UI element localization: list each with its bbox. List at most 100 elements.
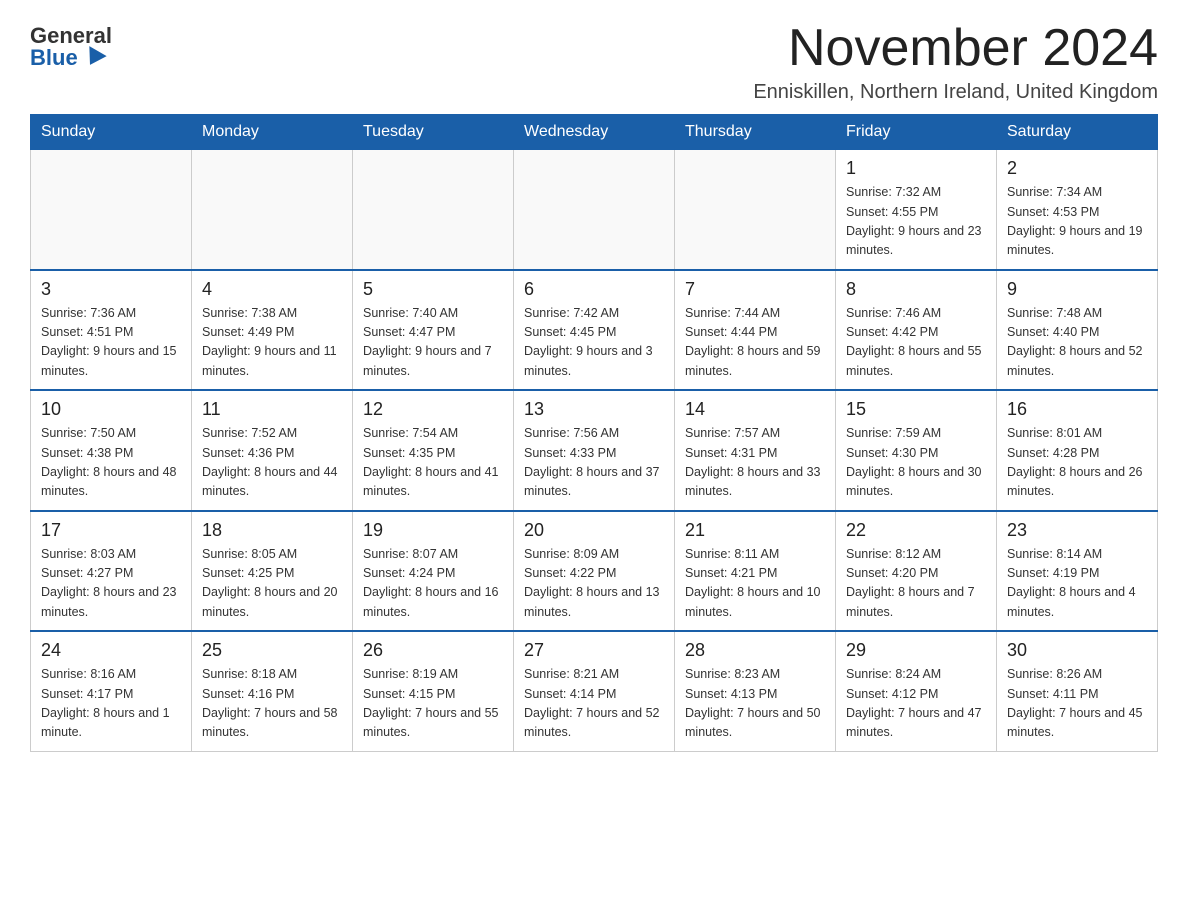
day-info: Sunrise: 7:32 AMSunset: 4:55 PMDaylight:… — [846, 183, 986, 261]
calendar-cell: 4 Sunrise: 7:38 AMSunset: 4:49 PMDaylight… — [192, 270, 353, 391]
calendar-week-row: 17 Sunrise: 8:03 AMSunset: 4:27 PMDayligh… — [31, 511, 1158, 632]
day-info: Sunrise: 8:03 AMSunset: 4:27 PMDaylight:… — [41, 545, 181, 623]
calendar-cell — [192, 150, 353, 270]
calendar-table: SundayMondayTuesdayWednesdayThursdayFrid… — [30, 114, 1158, 752]
day-number: 3 — [41, 279, 181, 300]
day-info: Sunrise: 8:07 AMSunset: 4:24 PMDaylight:… — [363, 545, 503, 623]
day-info: Sunrise: 8:19 AMSunset: 4:15 PMDaylight:… — [363, 665, 503, 743]
day-info: Sunrise: 7:46 AMSunset: 4:42 PMDaylight:… — [846, 304, 986, 382]
calendar-cell: 19Sunrise: 8:07 AMSunset: 4:24 PMDayligh… — [353, 511, 514, 632]
day-number: 25 — [202, 640, 342, 661]
day-info: Sunrise: 7:38 AMSunset: 4:49 PMDaylight:… — [202, 304, 342, 382]
calendar-cell: 20 Sunrise: 8:09 AMSunset: 4:22 PMDayligh… — [514, 511, 675, 632]
calendar-cell: 26 Sunrise: 8:19 AMSunset: 4:15 PMDayligh… — [353, 631, 514, 751]
day-number: 10 — [41, 399, 181, 420]
calendar-cell: 24 Sunrise: 8:16 AMSunset: 4:17 PMDayligh… — [31, 631, 192, 751]
day-number: 2 — [1007, 158, 1147, 179]
calendar-cell — [353, 150, 514, 270]
day-number: 30 — [1007, 640, 1147, 661]
calendar-cell: 30 Sunrise: 8:26 AMSunset: 4:11 PMDayligh… — [997, 631, 1158, 751]
day-number: 14 — [685, 399, 825, 420]
day-number: 20 — [524, 520, 664, 541]
calendar-week-row: 1 Sunrise: 7:32 AMSunset: 4:55 PMDaylight… — [31, 150, 1158, 270]
weekday-header-monday: Monday — [192, 115, 353, 150]
calendar-cell: 18 Sunrise: 8:05 AMSunset: 4:25 PMDayligh… — [192, 511, 353, 632]
day-number: 7 — [685, 279, 825, 300]
day-number: 26 — [363, 640, 503, 661]
calendar-cell: 13Sunrise: 7:56 AMSunset: 4:33 PMDayligh… — [514, 390, 675, 511]
logo: General Blue — [30, 20, 112, 69]
calendar-cell: 22 Sunrise: 8:12 AMSunset: 4:20 PMDayligh… — [836, 511, 997, 632]
day-number: 16 — [1007, 399, 1147, 420]
day-number: 28 — [685, 640, 825, 661]
weekday-header-row: SundayMondayTuesdayWednesdayThursdayFrid… — [31, 115, 1158, 150]
calendar-cell: 6 Sunrise: 7:42 AMSunset: 4:45 PMDaylight… — [514, 270, 675, 391]
day-number: 23 — [1007, 520, 1147, 541]
weekday-header-friday: Friday — [836, 115, 997, 150]
day-info: Sunrise: 7:56 AMSunset: 4:33 PMDaylight:… — [524, 424, 664, 502]
month-title: November 2024 — [753, 20, 1158, 77]
calendar-cell: 25 Sunrise: 8:18 AMSunset: 4:16 PMDayligh… — [192, 631, 353, 751]
weekday-header-wednesday: Wednesday — [514, 115, 675, 150]
calendar-cell: 8 Sunrise: 7:46 AMSunset: 4:42 PMDaylight… — [836, 270, 997, 391]
day-info: Sunrise: 8:12 AMSunset: 4:20 PMDaylight:… — [846, 545, 986, 623]
calendar-cell — [31, 150, 192, 270]
calendar-cell: 14Sunrise: 7:57 AMSunset: 4:31 PMDayligh… — [675, 390, 836, 511]
day-info: Sunrise: 8:24 AMSunset: 4:12 PMDaylight:… — [846, 665, 986, 743]
day-info: Sunrise: 7:42 AMSunset: 4:45 PMDaylight:… — [524, 304, 664, 382]
calendar-cell: 2 Sunrise: 7:34 AMSunset: 4:53 PMDaylight… — [997, 150, 1158, 270]
calendar-cell: 29 Sunrise: 8:24 AMSunset: 4:12 PMDayligh… — [836, 631, 997, 751]
day-number: 22 — [846, 520, 986, 541]
calendar-week-row: 24 Sunrise: 8:16 AMSunset: 4:17 PMDayligh… — [31, 631, 1158, 751]
weekday-header-thursday: Thursday — [675, 115, 836, 150]
day-info: Sunrise: 8:16 AMSunset: 4:17 PMDaylight:… — [41, 665, 181, 743]
calendar-cell: 3 Sunrise: 7:36 AMSunset: 4:51 PMDaylight… — [31, 270, 192, 391]
day-number: 15 — [846, 399, 986, 420]
day-info: Sunrise: 8:18 AMSunset: 4:16 PMDaylight:… — [202, 665, 342, 743]
day-number: 4 — [202, 279, 342, 300]
day-info: Sunrise: 7:44 AMSunset: 4:44 PMDaylight:… — [685, 304, 825, 382]
calendar-cell: 15 Sunrise: 7:59 AMSunset: 4:30 PMDayligh… — [836, 390, 997, 511]
day-info: Sunrise: 7:50 AMSunset: 4:38 PMDaylight:… — [41, 424, 181, 502]
header: General Blue November 2024 Enniskillen, … — [30, 20, 1158, 104]
title-area: November 2024 Enniskillen, Northern Irel… — [753, 20, 1158, 104]
calendar-cell: 5Sunrise: 7:40 AMSunset: 4:47 PMDaylight… — [353, 270, 514, 391]
day-info: Sunrise: 7:59 AMSunset: 4:30 PMDaylight:… — [846, 424, 986, 502]
day-info: Sunrise: 7:48 AMSunset: 4:40 PMDaylight:… — [1007, 304, 1147, 382]
logo-general-text: General — [30, 25, 112, 47]
calendar-week-row: 3 Sunrise: 7:36 AMSunset: 4:51 PMDaylight… — [31, 270, 1158, 391]
day-number: 18 — [202, 520, 342, 541]
calendar-cell: 16 Sunrise: 8:01 AMSunset: 4:28 PMDayligh… — [997, 390, 1158, 511]
day-info: Sunrise: 7:54 AMSunset: 4:35 PMDaylight:… — [363, 424, 503, 502]
day-number: 21 — [685, 520, 825, 541]
day-info: Sunrise: 8:26 AMSunset: 4:11 PMDaylight:… — [1007, 665, 1147, 743]
calendar-cell: 11Sunrise: 7:52 AMSunset: 4:36 PMDayligh… — [192, 390, 353, 511]
calendar-cell: 28 Sunrise: 8:23 AMSunset: 4:13 PMDayligh… — [675, 631, 836, 751]
day-info: Sunrise: 8:14 AMSunset: 4:19 PMDaylight:… — [1007, 545, 1147, 623]
day-info: Sunrise: 7:52 AMSunset: 4:36 PMDaylight:… — [202, 424, 342, 502]
calendar-cell: 7 Sunrise: 7:44 AMSunset: 4:44 PMDaylight… — [675, 270, 836, 391]
weekday-header-saturday: Saturday — [997, 115, 1158, 150]
calendar-cell — [514, 150, 675, 270]
day-number: 8 — [846, 279, 986, 300]
day-number: 24 — [41, 640, 181, 661]
calendar-cell: 27Sunrise: 8:21 AMSunset: 4:14 PMDayligh… — [514, 631, 675, 751]
day-number: 17 — [41, 520, 181, 541]
day-number: 27 — [524, 640, 664, 661]
day-info: Sunrise: 7:36 AMSunset: 4:51 PMDaylight:… — [41, 304, 181, 382]
logo-triangle-icon — [81, 46, 106, 70]
day-info: Sunrise: 8:23 AMSunset: 4:13 PMDaylight:… — [685, 665, 825, 743]
calendar-cell: 12 Sunrise: 7:54 AMSunset: 4:35 PMDayligh… — [353, 390, 514, 511]
day-number: 6 — [524, 279, 664, 300]
weekday-header-tuesday: Tuesday — [353, 115, 514, 150]
day-info: Sunrise: 8:09 AMSunset: 4:22 PMDaylight:… — [524, 545, 664, 623]
day-number: 1 — [846, 158, 986, 179]
calendar-week-row: 10 Sunrise: 7:50 AMSunset: 4:38 PMDayligh… — [31, 390, 1158, 511]
day-info: Sunrise: 8:01 AMSunset: 4:28 PMDaylight:… — [1007, 424, 1147, 502]
day-number: 29 — [846, 640, 986, 661]
weekday-header-sunday: Sunday — [31, 115, 192, 150]
calendar-cell: 17 Sunrise: 8:03 AMSunset: 4:27 PMDayligh… — [31, 511, 192, 632]
day-info: Sunrise: 7:34 AMSunset: 4:53 PMDaylight:… — [1007, 183, 1147, 261]
day-info: Sunrise: 8:05 AMSunset: 4:25 PMDaylight:… — [202, 545, 342, 623]
day-number: 12 — [363, 399, 503, 420]
